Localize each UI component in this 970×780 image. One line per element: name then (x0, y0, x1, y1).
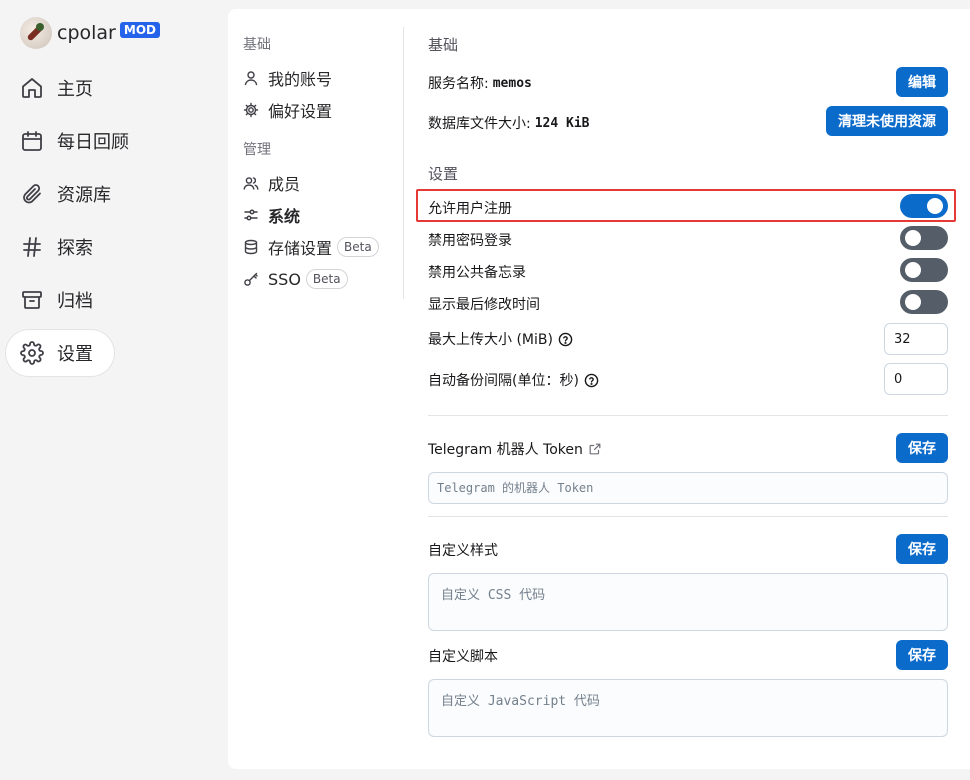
help-icon[interactable] (584, 373, 599, 388)
max-upload-input[interactable] (884, 323, 948, 355)
allow-signup-toggle[interactable] (900, 194, 948, 218)
edit-button[interactable]: 编辑 (896, 67, 948, 97)
telegram-token-label: Telegram 机器人 Token (428, 442, 583, 458)
custom-script-label: 自定义脚本 (428, 649, 498, 665)
user-icon (244, 71, 258, 86)
settings-nav-storage[interactable]: 存储设置 Beta (243, 235, 379, 259)
settings-nav-my-account[interactable]: 我的账号 (243, 66, 332, 90)
nav-item-home[interactable]: 主页 (6, 65, 114, 111)
nav-label: 主页 (57, 79, 93, 100)
toggle-knob (905, 230, 921, 246)
brand-name: cpolar (57, 22, 116, 44)
settings-divider (403, 27, 404, 299)
brand-badge: MOD (119, 22, 160, 38)
nav-item-archive[interactable]: 归档 (6, 277, 114, 323)
backup-interval-input[interactable] (884, 363, 948, 395)
nav-label: 每日回顾 (57, 132, 129, 153)
backup-interval-row: 自动备份间隔(单位：秒) (428, 370, 599, 390)
settings-nav-label: SSO (268, 269, 301, 289)
settings-group-admin: 管理 (243, 142, 271, 158)
cog-icon (243, 102, 259, 118)
help-icon[interactable] (558, 332, 573, 347)
toggle-knob (905, 262, 921, 278)
custom-css-textarea[interactable] (428, 573, 948, 631)
db-size-label: 数据库文件大小: (428, 116, 531, 132)
max-upload-row: 最大上传大小 (MiB) (428, 329, 573, 349)
backup-interval-label: 自动备份间隔(单位：秒) (428, 373, 579, 389)
home-icon (22, 78, 42, 98)
disable-password-login-label: 禁用密码登录 (428, 233, 512, 249)
service-name-row: 服务名称: memos (428, 73, 532, 93)
hash-icon (23, 237, 41, 257)
custom-js-textarea[interactable] (428, 679, 948, 737)
disable-password-login-toggle[interactable] (900, 226, 948, 250)
divider (428, 415, 948, 416)
nav-label: 探索 (57, 238, 93, 259)
gear-icon (20, 341, 44, 365)
max-upload-label: 最大上传大小 (MiB) (428, 332, 553, 348)
cleanup-resources-button[interactable]: 清理未使用资源 (826, 106, 948, 136)
settings-nav-label: 成员 (268, 175, 301, 194)
settings-nav-label: 系统 (268, 207, 301, 226)
key-icon (244, 272, 258, 286)
toggle-knob (905, 294, 921, 310)
external-link-icon[interactable] (588, 442, 602, 456)
calendar-icon (22, 131, 42, 151)
section-title-basic: 基础 (428, 36, 459, 54)
nav-item-explore[interactable]: 探索 (6, 224, 114, 270)
save-custom-style-button[interactable]: 保存 (896, 534, 948, 564)
save-custom-script-button[interactable]: 保存 (896, 640, 948, 670)
settings-nav-members[interactable]: 成员 (243, 171, 300, 195)
archive-icon (22, 291, 42, 309)
service-name-label: 服务名称: (428, 76, 489, 92)
db-size-value: 124 KiB (534, 115, 590, 131)
telegram-token-input[interactable] (428, 472, 948, 504)
settings-nav-preferences[interactable]: 偏好设置 (243, 98, 332, 122)
divider (428, 516, 948, 517)
nav-item-resources[interactable]: 资源库 (6, 171, 114, 217)
show-last-modified-label: 显示最后修改时间 (428, 297, 540, 313)
beta-badge: Beta (337, 237, 379, 257)
brand-avatar (20, 17, 52, 49)
service-name-value: memos (492, 75, 532, 91)
database-icon (244, 239, 258, 255)
settings-panel: 基础 我的账号 偏好设置 管理 成员 系统 存储设置 Beta SSO Beta… (228, 9, 970, 769)
db-size-row: 数据库文件大小: 124 KiB (428, 113, 590, 133)
custom-style-label: 自定义样式 (428, 543, 498, 559)
section-title-settings: 设置 (428, 165, 459, 183)
nav-label: 资源库 (57, 185, 111, 206)
users-icon (243, 177, 259, 190)
sliders-icon (244, 209, 258, 221)
telegram-token-row: Telegram 机器人 Token (428, 439, 602, 459)
nav-item-settings[interactable]: 设置 (6, 330, 114, 376)
disable-public-memos-label: 禁用公共备忘录 (428, 265, 526, 281)
show-last-modified-toggle[interactable] (900, 290, 948, 314)
allow-signup-label: 允许用户注册 (428, 201, 512, 217)
toggle-knob (927, 198, 943, 214)
settings-group-basic: 基础 (243, 37, 271, 53)
app-sidebar: cpolar MOD 主页 每日回顾 资源库 探索 归档 设置 (0, 0, 228, 780)
settings-nav-system[interactable]: 系统 (243, 203, 300, 227)
nav-item-daily-review[interactable]: 每日回顾 (6, 118, 129, 164)
settings-nav-label: 我的账号 (268, 70, 333, 89)
settings-nav-sso[interactable]: SSO Beta (243, 267, 348, 291)
paperclip-icon (23, 184, 41, 204)
beta-badge: Beta (305, 269, 348, 289)
settings-nav-label: 偏好设置 (268, 102, 333, 121)
save-telegram-button[interactable]: 保存 (896, 433, 948, 463)
nav-label: 设置 (57, 344, 93, 365)
nav-label: 归档 (57, 291, 93, 312)
brand[interactable]: cpolar MOD (20, 16, 160, 50)
settings-nav-label: 存储设置 (268, 239, 333, 258)
disable-public-memos-toggle[interactable] (900, 258, 948, 282)
